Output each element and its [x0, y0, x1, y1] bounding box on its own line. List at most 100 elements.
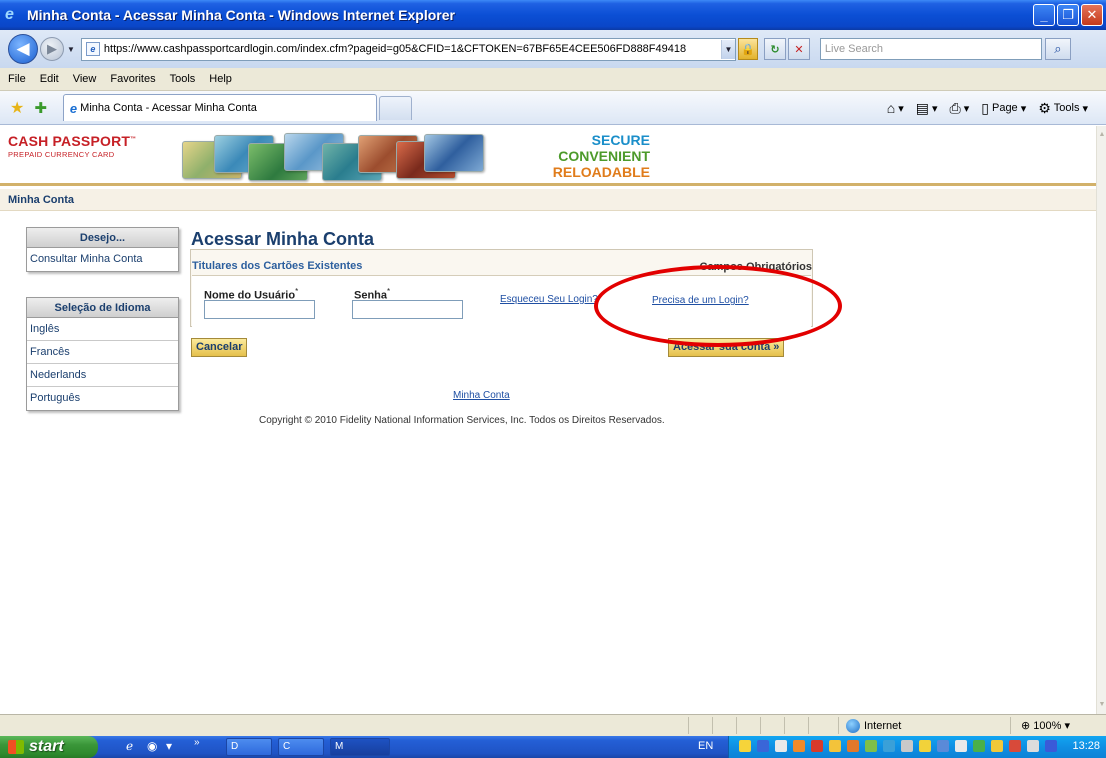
username-input[interactable]: [204, 300, 315, 319]
feeds-button[interactable]: ▤ ▾: [916, 100, 938, 117]
site-header: CASH PASSPORT™ PREPAID CURRENCY CARD SEC…: [0, 126, 1096, 186]
sidebar-item-frances[interactable]: Francês: [27, 341, 178, 364]
tab-minha-conta[interactable]: e Minha Conta - Acessar Minha Conta: [62, 94, 377, 121]
address-url[interactable]: https://www.cashpassportcardlogin.com/in…: [104, 43, 721, 55]
tray-icon[interactable]: [757, 740, 769, 752]
refresh-button[interactable]: ↻: [763, 38, 786, 60]
recent-pages-dropdown[interactable]: ▼: [67, 45, 75, 54]
tray-icon[interactable]: [847, 740, 859, 752]
back-arrow-icon: ◀: [16, 39, 30, 58]
windows-flag-icon: [8, 740, 24, 754]
footer-minha-conta-link[interactable]: Minha Conta: [453, 390, 510, 401]
menu-help[interactable]: Help: [209, 73, 232, 85]
menu-bar: File Edit View Favorites Tools Help: [0, 68, 1106, 91]
add-favorite-icon[interactable]: ✚: [34, 99, 47, 117]
zoom-icon: ⊕: [1021, 720, 1031, 732]
vertical-scrollbar[interactable]: ▲ ▼: [1096, 126, 1106, 714]
tray-icon[interactable]: [973, 740, 985, 752]
live-search-input[interactable]: Live Search: [819, 38, 1042, 60]
menu-edit[interactable]: Edit: [40, 73, 59, 85]
tray-icon[interactable]: [1009, 740, 1021, 752]
forward-button[interactable]: ▶: [40, 37, 64, 61]
tray-icon[interactable]: [991, 740, 1003, 752]
copyright-text: Copyright © 2010 Fidelity National Infor…: [259, 415, 665, 426]
start-button[interactable]: start: [0, 736, 98, 758]
command-bar: ⌂ ▾ ▤ ▾ ⎙ ▾ ▯ Page ▾ ⚙ Tools ▾: [875, 91, 1088, 125]
tools-menu-button[interactable]: ⚙ Tools ▾: [1038, 100, 1088, 117]
page-icon: e: [85, 42, 100, 56]
cash-passport-logo[interactable]: CASH PASSPORT™ PREPAID CURRENCY CARD: [8, 133, 136, 159]
tray-icon[interactable]: [1045, 740, 1057, 752]
zoom-level[interactable]: ⊕ 100% ▾: [1021, 719, 1070, 732]
menu-tools[interactable]: Tools: [170, 73, 196, 85]
new-tab-button[interactable]: [378, 95, 412, 120]
clock[interactable]: 13:28: [1072, 740, 1100, 752]
task-item-m[interactable]: M: [330, 738, 390, 756]
quicklaunch-overflow-icon[interactable]: »: [194, 737, 200, 748]
menu-file[interactable]: File: [8, 73, 26, 85]
task-item-d[interactable]: D: [226, 738, 272, 756]
page-title: Acessar Minha Conta: [191, 229, 375, 249]
gear-icon: ⚙: [1038, 99, 1051, 116]
minimize-button[interactable]: _: [1033, 4, 1055, 26]
close-button[interactable]: ✕: [1081, 4, 1103, 26]
tray-icon[interactable]: [919, 740, 931, 752]
minimize-icon: _: [1040, 7, 1048, 23]
ie-quicklaunch-icon[interactable]: ℯ: [126, 739, 133, 753]
favorites-star-icon[interactable]: ★: [10, 98, 24, 118]
restore-button[interactable]: ❐: [1057, 4, 1079, 26]
globe-icon: [846, 719, 860, 733]
printer-icon: ⎙: [949, 99, 961, 116]
tray-icon[interactable]: [1027, 740, 1039, 752]
forgot-login-link[interactable]: Esqueceu Seu Login?: [500, 294, 598, 305]
tray-icon[interactable]: [811, 740, 823, 752]
refresh-icon: ↻: [770, 43, 780, 56]
search-button[interactable]: ⌕: [1044, 38, 1071, 60]
task-item-c[interactable]: C: [278, 738, 324, 756]
address-bar[interactable]: e https://www.cashpassportcardlogin.com/…: [80, 37, 736, 61]
slogan: SECURE CONVENIENT RELOADABLE: [552, 132, 650, 180]
navigation-bar: ◀ ▶ ▼ e https://www.cashpassportcardlogi…: [0, 30, 1106, 68]
window-controls: _ ❐ ✕: [1033, 4, 1103, 26]
scroll-down-arrow-icon[interactable]: ▼: [1097, 698, 1106, 712]
tray-icon[interactable]: [793, 740, 805, 752]
back-button[interactable]: ◀: [8, 34, 38, 64]
page-content: CASH PASSPORT™ PREPAID CURRENCY CARD SEC…: [0, 126, 1096, 714]
forward-arrow-icon: ▶: [47, 41, 57, 56]
tray-icon[interactable]: [739, 740, 751, 752]
sidebar-language-box: Seleção de Idioma Inglês Francês Nederla…: [26, 297, 179, 411]
password-input[interactable]: [352, 300, 463, 319]
breadcrumb: Minha Conta: [0, 189, 1096, 211]
tray-icon[interactable]: [775, 740, 787, 752]
scroll-up-arrow-icon[interactable]: ▲: [1097, 128, 1106, 142]
home-button[interactable]: ⌂ ▾: [887, 100, 904, 116]
security-zone[interactable]: Internet: [846, 719, 901, 733]
tray-icon[interactable]: [865, 740, 877, 752]
address-dropdown[interactable]: ▼: [720, 39, 735, 59]
card-image: [424, 134, 484, 172]
sidebar-item-consultar[interactable]: Consultar Minha Conta: [27, 248, 178, 271]
tray-icon[interactable]: [829, 740, 841, 752]
window-titlebar: e Minha Conta - Acessar Minha Conta - Wi…: [0, 0, 1106, 30]
menu-favorites[interactable]: Favorites: [110, 73, 155, 85]
home-icon: ⌂: [886, 100, 896, 116]
breadcrumb-item: Minha Conta: [8, 194, 74, 206]
stop-button[interactable]: ✕: [787, 38, 810, 60]
tray-icon[interactable]: [955, 740, 967, 752]
quicklaunch-icon[interactable]: ◉: [147, 739, 157, 753]
tray-icon[interactable]: [937, 740, 949, 752]
cancel-button[interactable]: Cancelar: [191, 338, 248, 357]
page-menu-button[interactable]: ▯ Page ▾: [981, 100, 1026, 117]
sidebar-item-ingles[interactable]: Inglês: [27, 318, 178, 341]
sidebar-item-nederlands[interactable]: Nederlands: [27, 364, 178, 387]
sidebar-item-portugues[interactable]: Português: [27, 387, 178, 410]
language-indicator[interactable]: EN: [698, 740, 713, 752]
quicklaunch-icon[interactable]: ▾: [166, 739, 172, 753]
window-title: Minha Conta - Acessar Minha Conta - Wind…: [27, 7, 455, 23]
menu-view[interactable]: View: [73, 73, 97, 85]
tray-icon[interactable]: [883, 740, 895, 752]
print-button[interactable]: ⎙ ▾: [950, 100, 970, 117]
tray-icon[interactable]: [901, 740, 913, 752]
restore-icon: ❐: [1062, 7, 1074, 22]
security-lock-icon[interactable]: 🔒: [737, 38, 758, 60]
